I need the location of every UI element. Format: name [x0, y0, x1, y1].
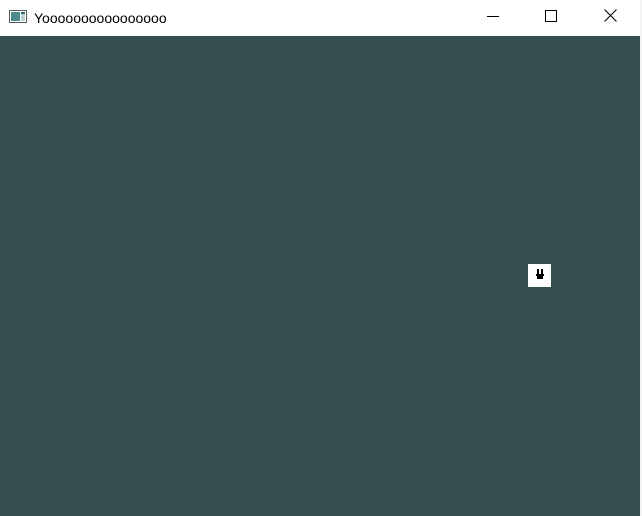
maximize-icon	[545, 9, 557, 27]
app-window: Yoooooooooooooooo	[0, 0, 642, 516]
minimize-icon	[487, 9, 499, 27]
close-button[interactable]	[581, 0, 639, 35]
player-sprite	[528, 264, 551, 287]
maximize-button[interactable]	[522, 0, 580, 35]
minimize-button[interactable]	[464, 0, 522, 35]
window-title: Yoooooooooooooooo	[34, 10, 167, 26]
app-window-icon	[9, 10, 27, 23]
close-icon	[603, 8, 617, 27]
title-bar[interactable]: Yoooooooooooooooo	[0, 0, 641, 35]
game-canvas[interactable]	[0, 36, 640, 516]
